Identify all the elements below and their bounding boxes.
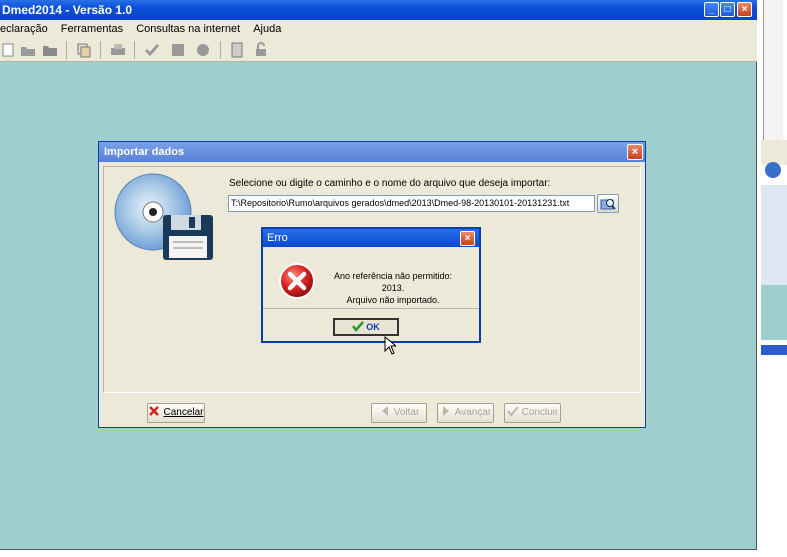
toolbar: [0, 38, 757, 62]
calculator-icon[interactable]: [229, 42, 245, 58]
close-button[interactable]: ×: [737, 2, 752, 17]
disk-icon: [114, 173, 213, 260]
new-icon[interactable]: [0, 42, 16, 58]
open-icon[interactable]: [20, 42, 36, 58]
shield-icon[interactable]: [195, 42, 211, 58]
stop-icon[interactable]: [170, 42, 186, 58]
menu-consultas[interactable]: Consultas na internet: [131, 20, 245, 38]
next-button[interactable]: Avançar: [437, 403, 494, 423]
cancel-button[interactable]: Cancelar: [147, 403, 205, 423]
ok-button[interactable]: OK: [333, 318, 399, 336]
menu-ajuda[interactable]: Ajuda: [248, 20, 286, 38]
ok-check-icon: [352, 321, 365, 332]
background-window: [757, 0, 787, 557]
back-arrow-icon: [381, 406, 388, 416]
check-icon[interactable]: [144, 42, 160, 58]
app-title-bar[interactable]: Dmed2014 - Versão 1.0 _ □ ×: [0, 0, 757, 20]
minimize-button[interactable]: _: [704, 2, 719, 17]
error-message-line1: Ano referência não permitido: 2013.: [333, 271, 453, 293]
cancel-x-icon: [149, 406, 160, 416]
finish-button[interactable]: Concluir: [504, 403, 561, 423]
error-icon: [279, 263, 315, 299]
finish-check-icon: [506, 406, 519, 417]
back-label: Voltar: [393, 407, 420, 418]
mouse-cursor-icon: [384, 336, 396, 355]
folder-icon[interactable]: [42, 42, 58, 58]
finish-label: Concluir: [521, 407, 559, 418]
import-prompt: Selecione ou digite o caminho e o nome d…: [229, 178, 551, 189]
cancel-label: Cancelar: [163, 407, 204, 418]
print-icon[interactable]: [110, 42, 126, 58]
import-dialog-close-button[interactable]: ×: [627, 144, 643, 160]
ok-label: OK: [366, 322, 380, 332]
file-path-input[interactable]: T:\Repositorio\Rumo\arquivos gerados\dme…: [228, 195, 595, 212]
back-button[interactable]: Voltar: [371, 403, 427, 423]
lock-icon[interactable]: [253, 42, 269, 58]
error-message: Ano referência não permitido: 2013. Arqu…: [323, 270, 463, 306]
menu-ferramentas[interactable]: Ferramentas: [56, 20, 128, 38]
error-message-line2: Arquivo não importado.: [346, 295, 440, 305]
error-dialog: Erro × Ano referência não permitido: 201…: [261, 227, 481, 343]
next-arrow-icon: [442, 406, 449, 416]
copy-icon[interactable]: [76, 42, 92, 58]
browse-button[interactable]: [597, 194, 619, 213]
error-dialog-close-button[interactable]: ×: [460, 231, 475, 246]
menu-declaracao[interactable]: eclaração: [0, 20, 53, 38]
search-folder-icon: [600, 199, 616, 210]
maximize-button[interactable]: □: [720, 2, 735, 17]
error-divider: [263, 308, 479, 309]
error-dialog-title[interactable]: Erro: [263, 229, 479, 247]
app-title: Dmed2014 - Versão 1.0: [2, 3, 133, 17]
import-dialog-title[interactable]: Importar dados: [99, 142, 645, 162]
next-label: Avançar: [454, 407, 492, 418]
screen: Dmed2014 - Versão 1.0 _ □ × eclaração Fe…: [0, 0, 787, 557]
menu-bar: eclaração Ferramentas Consultas na inter…: [0, 20, 757, 38]
